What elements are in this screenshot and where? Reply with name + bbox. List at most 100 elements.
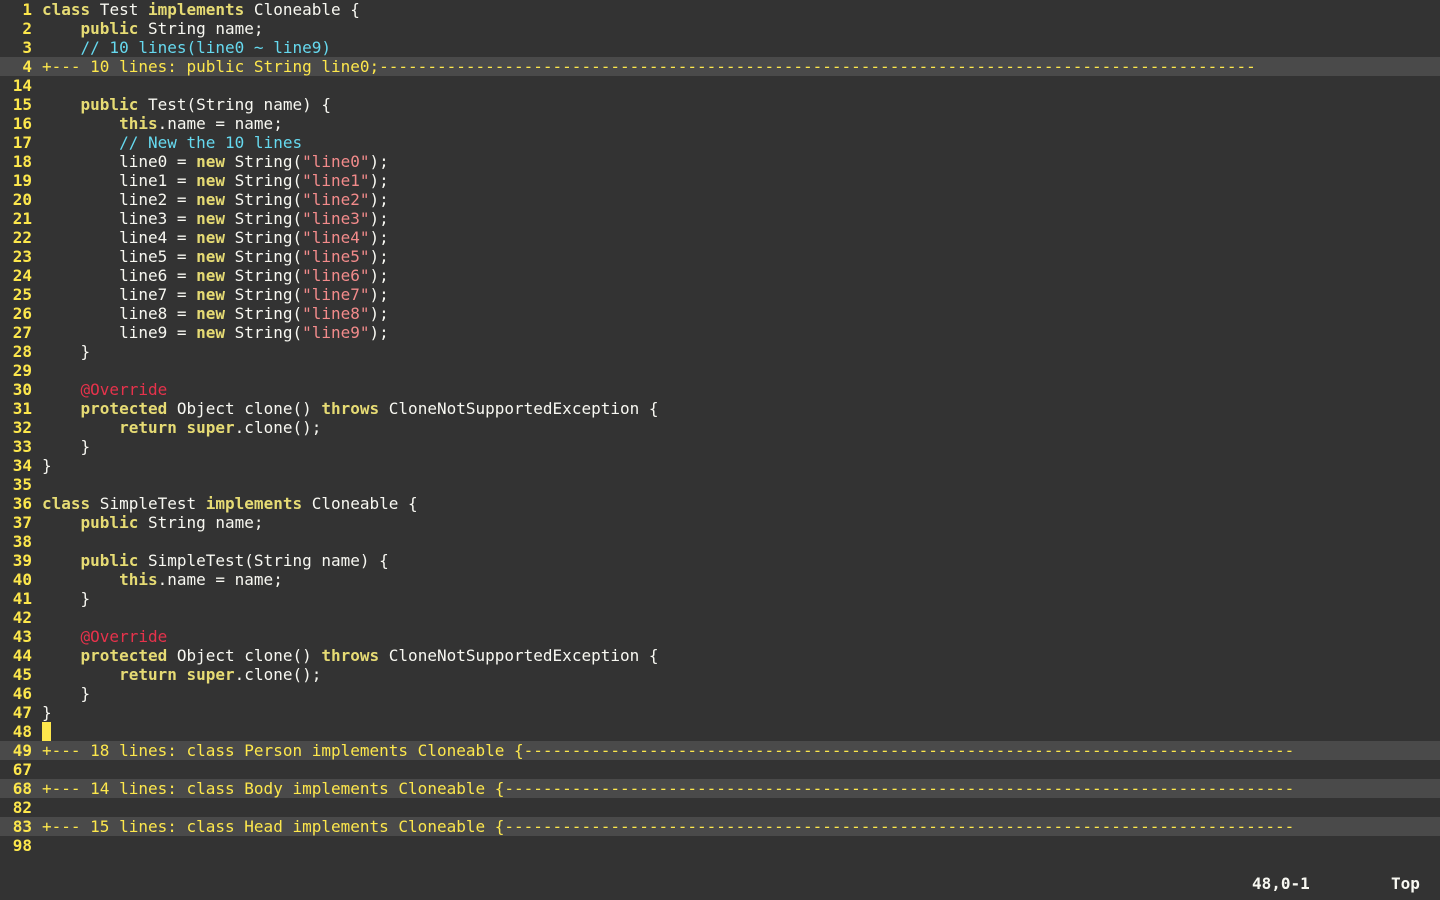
text-token: ); [369, 152, 389, 171]
keyword-token: protected [80, 399, 168, 418]
code-line: 34} [0, 456, 1440, 475]
code-line: 30 @Override [0, 380, 1440, 399]
keyword-token: class [42, 494, 91, 513]
code-line: 43 @Override [0, 627, 1440, 646]
text-token: line2 = [42, 190, 197, 209]
text-token: String( [225, 304, 303, 323]
keyword-token: implements [147, 0, 245, 19]
text-token: ); [369, 209, 389, 228]
line-content: line7 = new String("line7"); [42, 285, 1440, 304]
code-line: 82 [0, 798, 1440, 817]
line-number: 48 [12, 722, 32, 741]
code-line: 16 this.name = name; [0, 114, 1440, 133]
keyword-token: new [196, 323, 226, 342]
line-content: line6 = new String("line6"); [42, 266, 1440, 285]
text-token: line9 = [42, 323, 197, 342]
text-token: String name; [138, 513, 264, 532]
text-token: String( [225, 323, 303, 342]
keyword-token: new [196, 304, 226, 323]
text-token: CloneNotSupportedException { [379, 646, 659, 665]
text-token: ); [369, 285, 389, 304]
code-line: 22 line4 = new String("line4"); [0, 228, 1440, 247]
text-token: .name = name; [157, 114, 283, 133]
line-number: 28 [12, 342, 32, 361]
code-line: 28 } [0, 342, 1440, 361]
text-token: Object clone() [167, 399, 322, 418]
line-number: 68 [12, 779, 32, 798]
line-content: // 10 lines(line0 ~ line9) [42, 38, 1440, 57]
code-line: 39 public SimpleTest(String name) { [0, 551, 1440, 570]
line-content: line0 = new String("line0"); [42, 152, 1440, 171]
line-number: 38 [12, 532, 32, 551]
text-token: Cloneable { [244, 0, 360, 19]
line-content: protected Object clone() throws CloneNot… [42, 399, 1440, 418]
text-token: line6 = [42, 266, 197, 285]
line-number: 15 [12, 95, 32, 114]
line-content [42, 475, 1440, 494]
line-number: 17 [12, 133, 32, 152]
annotation-token: @Override [80, 627, 168, 646]
code-line: 45 return super.clone(); [0, 665, 1440, 684]
string-token: "line0" [302, 152, 370, 171]
line-content [42, 722, 1440, 741]
text-token: ); [369, 171, 389, 190]
code-line: 17 // New the 10 lines [0, 133, 1440, 152]
text-token: String( [225, 171, 303, 190]
keyword-token: new [196, 285, 226, 304]
status-bar: 48,0-1 Top [0, 874, 1440, 894]
text-cursor [42, 722, 51, 741]
code-line: 19 line1 = new String("line1"); [0, 171, 1440, 190]
annotation-token: @Override [80, 380, 168, 399]
fold-line[interactable]: 4 +--- 10 lines: public String line0;----… [0, 57, 1440, 76]
line-content: class Test implements Cloneable { [42, 0, 1440, 19]
keyword-token: public [80, 95, 139, 114]
line-number: 67 [12, 760, 32, 779]
line-number: 32 [12, 418, 32, 437]
string-token: "line3" [302, 209, 370, 228]
text-token: } [42, 684, 91, 703]
fold-line[interactable]: 68 +--- 14 lines: class Body implements C… [0, 779, 1440, 798]
code-line: 41 } [0, 589, 1440, 608]
comment-token: // 10 lines(line0 ~ line9) [80, 38, 331, 57]
line-content: } [42, 684, 1440, 703]
keyword-token: new [196, 228, 226, 247]
code-line: 26 line8 = new String("line8"); [0, 304, 1440, 323]
line-content: +--- 10 lines: public String line0;-----… [42, 57, 1256, 76]
code-line: 48 [0, 722, 1440, 741]
line-number: 47 [12, 703, 32, 722]
text-token: CloneNotSupportedException { [379, 399, 659, 418]
code-line: 29 [0, 361, 1440, 380]
line-content: public String name; [42, 513, 1440, 532]
keyword-token: public [80, 551, 139, 570]
code-line: 32 return super.clone(); [0, 418, 1440, 437]
text-token: String name; [138, 19, 264, 38]
line-content: +--- 14 lines: class Body implements Clo… [42, 779, 1295, 798]
line-content: protected Object clone() throws CloneNot… [42, 646, 1440, 665]
line-number: 18 [12, 152, 32, 171]
keyword-token: this [119, 114, 158, 133]
string-token: "line6" [302, 266, 370, 285]
text-token: String( [225, 209, 303, 228]
fold-line[interactable]: 83 +--- 15 lines: class Head implements C… [0, 817, 1440, 836]
text-token: line1 = [42, 171, 197, 190]
line-content [42, 836, 1440, 855]
line-content: @Override [42, 627, 1440, 646]
code-line: 31 protected Object clone() throws Clone… [0, 399, 1440, 418]
line-number: 14 [12, 76, 32, 95]
string-token: "line1" [302, 171, 370, 190]
code-editor[interactable]: 1 class Test implements Cloneable {2 publ… [0, 0, 1440, 860]
line-content [42, 608, 1440, 627]
keyword-token: new [196, 190, 226, 209]
fold-line[interactable]: 49 +--- 18 lines: class Person implements… [0, 741, 1440, 760]
text-token: String( [225, 266, 303, 285]
text-token: .name = name; [157, 570, 283, 589]
text-token: line8 = [42, 304, 197, 323]
